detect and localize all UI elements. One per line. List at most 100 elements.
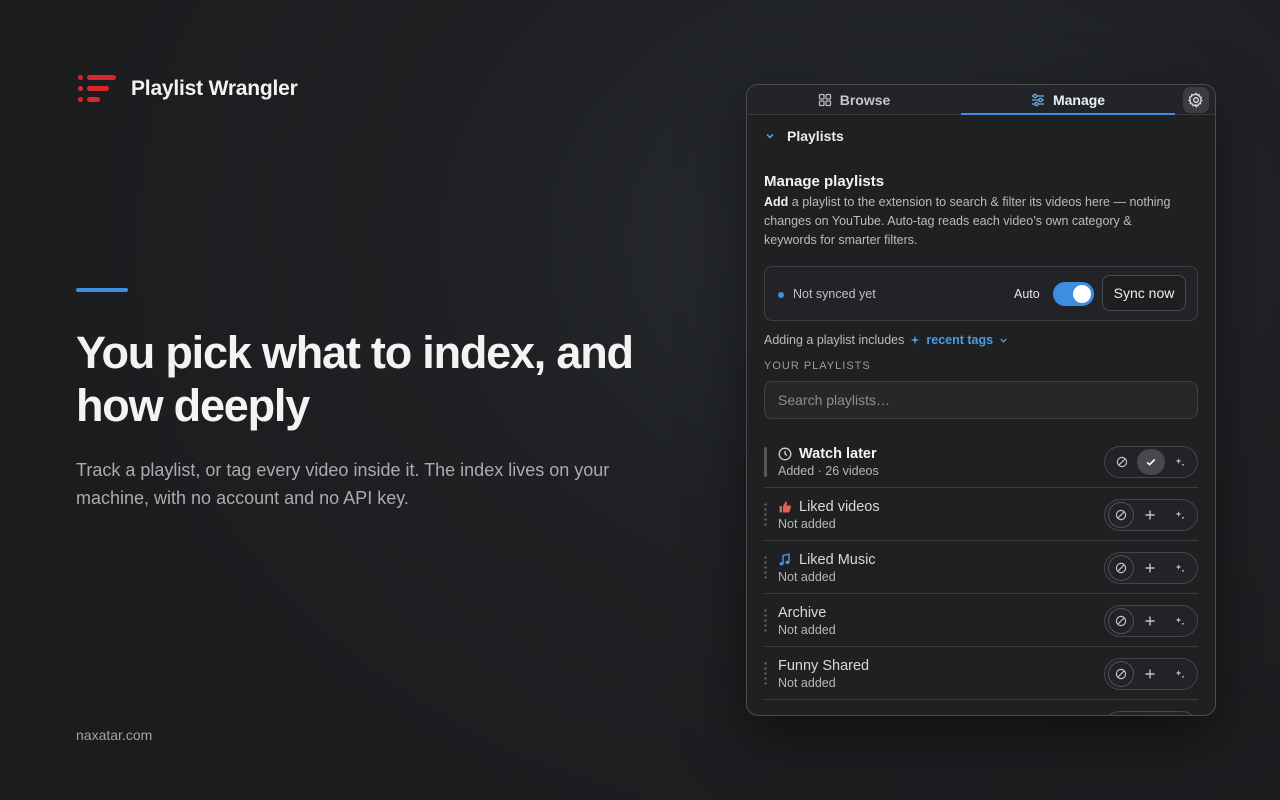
brand-logo-icon xyxy=(78,72,116,106)
extension-panel: Browse Manage Playlists Manage playlists… xyxy=(746,84,1216,716)
sync-status: Not synced yet xyxy=(793,287,876,301)
music-note-icon xyxy=(779,553,790,566)
drag-handle[interactable] xyxy=(764,608,767,632)
auto-sync-toggle[interactable] xyxy=(1053,282,1094,306)
manage-desc-bold: Add xyxy=(764,195,789,209)
playlist-meta: Added · 26 videos xyxy=(778,464,879,478)
playlists-section-toggle[interactable]: Playlists xyxy=(765,128,844,144)
mode-track-button[interactable] xyxy=(1136,449,1165,475)
footer-site-link[interactable]: naxatar.com xyxy=(76,727,152,743)
sparkle-icon xyxy=(1175,670,1184,678)
mode-autotag-button[interactable] xyxy=(1166,449,1194,475)
tab-browse-label: Browse xyxy=(839,91,891,108)
mode-autotag-button[interactable] xyxy=(1166,608,1194,634)
includes-dropdown[interactable]: recent tags xyxy=(910,333,1008,347)
tab-manage-label: Manage xyxy=(1052,91,1106,108)
playlist-name: Watch later xyxy=(778,446,877,462)
sparkle-icon xyxy=(1175,511,1184,519)
plus-icon xyxy=(1145,563,1155,573)
mode-off-button[interactable] xyxy=(1108,661,1134,687)
drag-handle[interactable] xyxy=(764,502,767,526)
playlist-name-label: Watch later xyxy=(799,446,877,462)
tab-bar: Browse Manage xyxy=(747,85,1215,115)
plus-icon xyxy=(1145,510,1155,520)
tab-manage[interactable]: Manage xyxy=(961,85,1175,115)
hero-headline: You pick what to index, and how deeply xyxy=(76,327,634,431)
mode-track-button[interactable] xyxy=(1136,608,1164,634)
manage-title: Manage playlists xyxy=(764,173,885,190)
mode-track-button[interactable] xyxy=(1136,555,1164,581)
gear-icon xyxy=(1188,92,1203,108)
sync-status-dot xyxy=(778,292,784,298)
playlist-row: Funny Shared Not added xyxy=(764,647,1198,700)
block-icon xyxy=(1115,615,1127,627)
mode-off-button[interactable] xyxy=(1108,449,1136,475)
block-icon xyxy=(1115,509,1127,521)
mode-off-button[interactable] xyxy=(1108,608,1134,634)
hero-subtext: Track a playlist, or tag every video ins… xyxy=(76,460,610,508)
playlist-name: Liked Music xyxy=(778,552,876,568)
playlist-name-label: Funny Shared xyxy=(778,658,870,674)
includes-prefix: Adding a playlist includes xyxy=(764,333,905,347)
mode-off-button[interactable] xyxy=(1108,502,1134,528)
search-playlists-input[interactable] xyxy=(764,381,1198,419)
auto-sync-label: Auto xyxy=(1014,287,1040,301)
sparkle-icon xyxy=(910,335,920,345)
brand: Playlist Wrangler xyxy=(78,72,298,106)
playlist-row: Liked Music Not added xyxy=(764,541,1198,594)
sparkle-icon xyxy=(1175,617,1184,625)
playlist-row-partial xyxy=(764,700,1198,715)
includes-row: Adding a playlist includes recent tags xyxy=(764,333,1008,347)
settings-button[interactable] xyxy=(1183,87,1209,113)
clock-icon xyxy=(778,447,792,461)
section-label: Playlists xyxy=(787,128,844,144)
mode-track-button[interactable] xyxy=(1136,661,1164,687)
drag-handle[interactable] xyxy=(764,661,767,685)
index-mode-selector xyxy=(1104,658,1198,690)
brand-name: Playlist Wrangler xyxy=(131,77,298,100)
mode-autotag-button[interactable] xyxy=(1166,502,1194,528)
playlist-meta: Not added xyxy=(778,570,836,584)
includes-tag-label: recent tags xyxy=(926,333,994,347)
playlist-row: Liked videos Not added xyxy=(764,488,1198,541)
block-icon xyxy=(1115,562,1127,574)
playlist-row: Archive Not added xyxy=(764,594,1198,647)
sparkle-icon xyxy=(1175,564,1184,572)
mode-autotag-button[interactable] xyxy=(1166,661,1194,687)
index-mode-selector xyxy=(1104,499,1198,531)
index-mode-selector xyxy=(1104,711,1198,715)
playlist-name: Funny Shared xyxy=(778,658,869,674)
index-mode-selector xyxy=(1104,605,1198,637)
playlist-name-label: Liked videos xyxy=(799,499,880,515)
index-mode-selector xyxy=(1104,446,1198,478)
index-mode-selector xyxy=(1104,552,1198,584)
manage-description: Add a playlist to the extension to searc… xyxy=(764,193,1184,250)
playlist-name: Liked videos xyxy=(778,499,880,515)
chevron-down-icon xyxy=(1000,338,1007,343)
drag-handle[interactable] xyxy=(764,555,767,579)
playlist-meta: Not added xyxy=(778,676,836,690)
drag-handle[interactable] xyxy=(764,447,767,477)
drag-handle[interactable] xyxy=(764,714,767,715)
sparkle-icon xyxy=(1175,458,1185,466)
sliders-icon xyxy=(1031,93,1044,106)
check-icon xyxy=(1146,458,1156,466)
mode-track-button[interactable] xyxy=(1136,502,1164,528)
accent-divider xyxy=(76,288,128,292)
grid-icon xyxy=(818,93,831,106)
chevron-down-icon xyxy=(766,133,774,139)
mode-autotag-button[interactable] xyxy=(1166,555,1194,581)
playlist-list: Watch later Added · 26 videos Liked vide… xyxy=(764,435,1198,715)
sync-now-button[interactable]: Sync now xyxy=(1102,275,1186,311)
manage-desc-text: a playlist to the extension to search & … xyxy=(764,195,1171,247)
playlist-name: Archive xyxy=(778,605,826,621)
playlist-name-label: Archive xyxy=(778,605,827,621)
mode-off-button[interactable] xyxy=(1108,555,1134,581)
block-icon xyxy=(1115,668,1127,680)
plus-icon xyxy=(1145,669,1155,679)
block-icon xyxy=(1116,456,1127,468)
playlist-meta: Not added xyxy=(778,623,836,637)
tab-browse[interactable]: Browse xyxy=(747,85,961,114)
playlist-name-label: Liked Music xyxy=(799,552,876,568)
playlist-meta: Not added xyxy=(778,517,836,531)
